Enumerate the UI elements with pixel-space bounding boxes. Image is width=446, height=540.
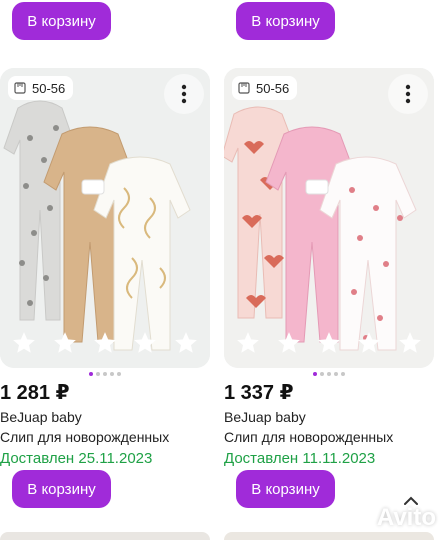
avito-logo-icon <box>344 509 370 528</box>
delivery-status: Доставлен 11.11.2023 <box>224 450 376 467</box>
carousel-dot <box>327 372 331 376</box>
product-title[interactable]: Слип для новорожденных <box>224 429 393 445</box>
star-icon[interactable] <box>11 330 37 356</box>
size-ruler-icon <box>238 82 250 94</box>
more-vertical-icon <box>181 84 187 104</box>
star-icon[interactable] <box>356 330 382 356</box>
next-row-card-right <box>224 532 434 540</box>
carousel-dots <box>0 372 210 376</box>
star-icon[interactable] <box>52 330 78 356</box>
carousel-dot <box>313 372 317 376</box>
more-options-button[interactable] <box>388 74 428 114</box>
add-to-cart-button-top-right[interactable]: В корзину <box>236 2 335 40</box>
carousel-dot <box>103 372 107 376</box>
carousel-dot <box>110 372 114 376</box>
star-icon[interactable] <box>235 330 261 356</box>
size-badge: 50-56 <box>8 76 74 100</box>
add-to-cart-button[interactable]: В корзину <box>12 470 111 508</box>
delivery-status: Доставлен 25.11.2023 <box>0 450 153 467</box>
star-icon[interactable] <box>276 330 302 356</box>
star-icon[interactable] <box>397 330 423 356</box>
product-card[interactable]: 50-56 1 281 ₽ BeJuap baby Слип для новор… <box>0 68 210 508</box>
product-photo[interactable]: 50-56 <box>224 68 434 368</box>
avito-wordmark: Avito <box>376 504 436 531</box>
carousel-dot <box>334 372 338 376</box>
star-icon[interactable] <box>316 330 342 356</box>
rating-stars[interactable] <box>0 318 210 368</box>
avito-watermark: Avito <box>343 504 436 532</box>
price: 1 337 ₽ <box>224 382 294 404</box>
add-to-cart-button[interactable]: В корзину <box>236 470 335 508</box>
product-card[interactable]: 50-56 1 337 ₽ BeJuap baby Слип для новор… <box>224 68 434 508</box>
price: 1 281 ₽ <box>0 382 70 404</box>
star-icon[interactable] <box>92 330 118 356</box>
size-label: 50-56 <box>256 80 290 96</box>
more-vertical-icon <box>405 84 411 104</box>
product-title[interactable]: Слип для новорожденных <box>0 429 169 445</box>
carousel-dot <box>96 372 100 376</box>
size-badge: 50-56 <box>232 76 298 100</box>
seller-name: BeJuap baby <box>0 409 82 425</box>
next-row-card-left <box>0 532 210 540</box>
carousel-dot <box>89 372 93 376</box>
carousel-dot <box>117 372 121 376</box>
star-icon[interactable] <box>173 330 199 356</box>
rating-stars[interactable] <box>224 318 434 368</box>
size-ruler-icon <box>14 82 26 94</box>
star-icon[interactable] <box>132 330 158 356</box>
add-to-cart-button-top-left[interactable]: В корзину <box>12 2 111 40</box>
more-options-button[interactable] <box>164 74 204 114</box>
carousel-dot <box>341 372 345 376</box>
product-photo[interactable]: 50-56 <box>0 68 210 368</box>
carousel-dots <box>224 372 434 376</box>
size-label: 50-56 <box>32 80 66 96</box>
seller-name: BeJuap baby <box>224 409 306 425</box>
carousel-dot <box>320 372 324 376</box>
